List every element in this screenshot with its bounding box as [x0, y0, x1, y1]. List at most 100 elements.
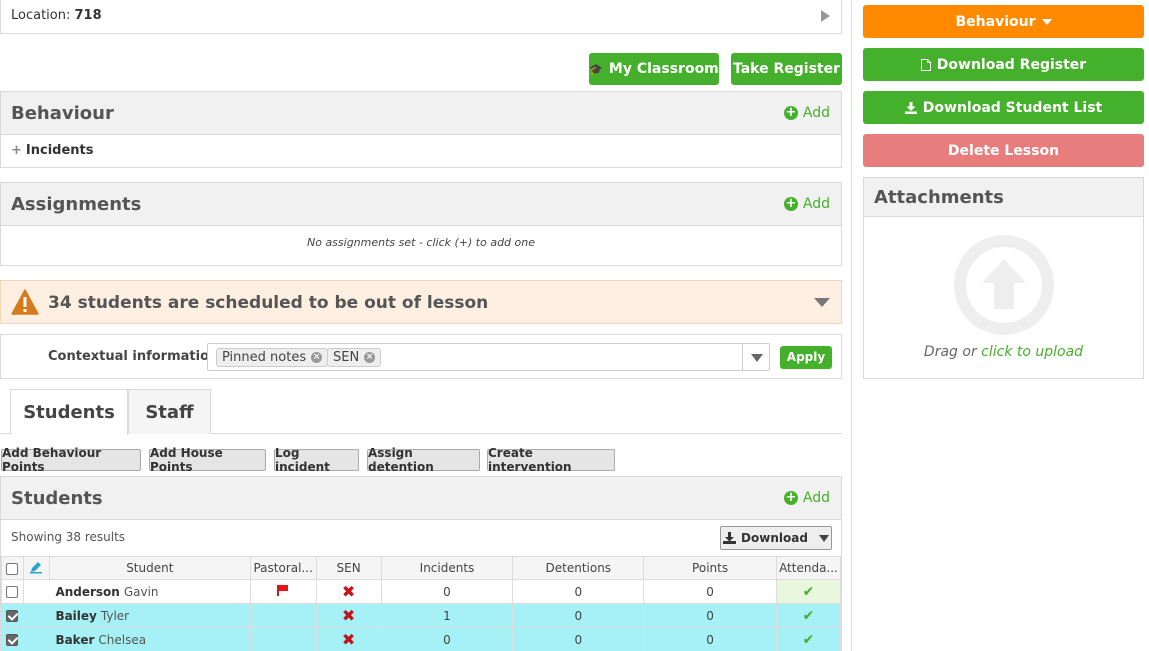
attachments-panel-header: Attachments — [864, 178, 1143, 217]
tag-label: SEN — [333, 350, 360, 365]
flag-icon[interactable] — [277, 584, 289, 596]
dropdown-arrow-icon[interactable] — [742, 344, 769, 370]
assign-detention-button[interactable]: Assign detention — [367, 446, 480, 474]
upload-dropzone[interactable] — [954, 235, 1054, 335]
add-label: Add — [802, 196, 830, 212]
pastoral-cell[interactable] — [249, 579, 317, 604]
log-incident-button[interactable]: Log incident — [274, 446, 359, 474]
assignments-panel-title: Assignments — [11, 194, 142, 215]
my-classroom-button[interactable]: 🎓 My Classroom — [589, 53, 719, 85]
download-icon — [723, 532, 737, 544]
select-all-checkbox[interactable] — [6, 562, 19, 575]
behaviour-menu-button[interactable]: Behaviour — [863, 5, 1144, 38]
take-register-button[interactable]: Take Register — [731, 53, 842, 85]
incidents-cell[interactable]: 1 — [380, 603, 514, 628]
cross-icon: ✖ — [341, 606, 356, 625]
points-cell[interactable]: 0 — [643, 579, 777, 604]
pencil-icon[interactable] — [29, 560, 43, 574]
edit-cell — [22, 603, 50, 628]
pastoral-cell[interactable] — [249, 603, 317, 628]
incidents-cell[interactable]: 0 — [380, 579, 514, 604]
delete-lesson-label: Delete Lesson — [947, 142, 1060, 159]
remove-tag-icon[interactable]: × — [311, 352, 323, 363]
edit-cell — [22, 579, 50, 604]
column-header-incidents[interactable]: Incidents — [380, 556, 514, 580]
column-header-attendance[interactable]: Attenda... — [775, 556, 842, 580]
row-checkbox[interactable] — [6, 610, 19, 622]
chevron-down-icon — [1041, 18, 1052, 25]
incidents-label: Incidents — [25, 143, 94, 158]
remove-tag-icon[interactable]: × — [364, 352, 376, 363]
download-student-list-label: Download Student List — [922, 99, 1103, 116]
contextual-info-select[interactable]: Pinned notes × SEN × — [207, 343, 770, 371]
no-assignments-text: No assignments set - click (+) to add on… — [306, 236, 536, 249]
points-cell[interactable]: 0 — [643, 603, 777, 628]
add-house-points-button[interactable]: Add House Points — [149, 446, 266, 474]
assignments-panel-header: Assignments + Add — [1, 183, 841, 226]
result-count: Showing 38 results — [11, 530, 126, 544]
behaviour-add-button[interactable]: + Add — [783, 105, 830, 121]
download-button[interactable]: Download — [720, 526, 832, 550]
chevron-down-icon — [818, 534, 829, 542]
expand-arrow-icon[interactable] — [821, 10, 830, 22]
plus-circle-icon: + — [783, 105, 798, 120]
attachments-panel: Attachments Drag or click to upload — [863, 177, 1144, 379]
create-intervention-button[interactable]: Create intervention — [487, 446, 615, 474]
download-register-button[interactable]: Download Register — [863, 48, 1144, 81]
students-add-button[interactable]: + Add — [783, 490, 830, 506]
student-name-cell[interactable]: Baker Chelsea — [49, 627, 251, 651]
table-row[interactable]: Bailey Tyler ✖ 1 0 0 ✔ — [1, 603, 842, 628]
detentions-cell[interactable]: 0 — [512, 603, 645, 628]
column-header-pastoral[interactable]: Pastoral... — [249, 556, 317, 580]
delete-lesson-button[interactable]: Delete Lesson — [863, 134, 1144, 167]
chevron-down-icon[interactable] — [814, 298, 830, 307]
click-to-upload-link[interactable]: click to upload — [981, 344, 1083, 360]
assignments-add-button[interactable]: + Add — [783, 196, 830, 212]
add-behaviour-points-button[interactable]: Add Behaviour Points — [1, 446, 141, 474]
detentions-cell[interactable]: 0 — [512, 579, 645, 604]
apply-button[interactable]: Apply — [780, 346, 832, 369]
download-register-label: Download Register — [936, 56, 1087, 73]
detentions-cell[interactable]: 0 — [512, 627, 645, 651]
student-last-name: Baker — [55, 632, 95, 647]
table-row[interactable]: Anderson Gavin ✖ 0 0 0 ✔ — [1, 579, 842, 604]
attendance-cell[interactable]: ✔ — [775, 603, 842, 628]
plus-circle-icon: + — [783, 490, 798, 505]
upload-instructions: Drag or click to upload — [864, 344, 1143, 360]
upload-arrow-icon — [966, 247, 1042, 323]
column-header-detentions[interactable]: Detentions — [512, 556, 645, 580]
download-student-list-button[interactable]: Download Student List — [863, 91, 1144, 124]
incidents-cell[interactable]: 0 — [380, 627, 514, 651]
column-header-points[interactable]: Points — [643, 556, 777, 580]
row-checkbox[interactable] — [6, 586, 19, 598]
tabs-bar: Students Staff — [0, 389, 842, 435]
column-header-student[interactable]: Student — [48, 556, 251, 580]
sen-cell[interactable]: ✖ — [315, 579, 382, 604]
tab-students[interactable]: Students — [10, 389, 128, 435]
row-select-cell[interactable] — [1, 627, 24, 651]
table-row[interactable]: Baker Chelsea ✖ 0 0 0 ✔ — [1, 627, 842, 651]
out-of-lesson-warning[interactable]: 34 students are scheduled to be out of l… — [0, 280, 842, 324]
edit-column-cell[interactable] — [22, 556, 50, 580]
row-select-cell[interactable] — [1, 579, 24, 604]
tag-sen[interactable]: SEN × — [327, 348, 382, 367]
student-first-name: Chelsea — [98, 632, 147, 647]
tag-pinned-notes[interactable]: Pinned notes × — [216, 348, 329, 367]
column-header-sen[interactable]: SEN — [315, 556, 382, 580]
student-name-cell[interactable]: Bailey Tyler — [49, 603, 251, 628]
row-select-cell[interactable] — [1, 603, 24, 628]
plus-circle-icon: + — [783, 196, 798, 211]
attendance-cell[interactable]: ✔ — [775, 627, 842, 651]
tab-staff[interactable]: Staff — [128, 389, 211, 434]
row-checkbox[interactable] — [6, 634, 19, 646]
sen-cell[interactable]: ✖ — [315, 627, 382, 651]
points-cell[interactable]: 0 — [643, 627, 777, 651]
contextual-info-label: Contextual information — [48, 349, 219, 364]
select-all-cell[interactable] — [1, 556, 24, 580]
attendance-cell[interactable]: ✔ — [775, 579, 842, 604]
table-header-row: Student Pastoral... SEN Incidents Detent… — [1, 556, 842, 580]
sen-cell[interactable]: ✖ — [315, 603, 382, 628]
student-name-cell[interactable]: Anderson Gavin — [49, 579, 251, 604]
location-bar[interactable]: Location: 718 — [0, 0, 842, 34]
pastoral-cell[interactable] — [249, 627, 317, 651]
